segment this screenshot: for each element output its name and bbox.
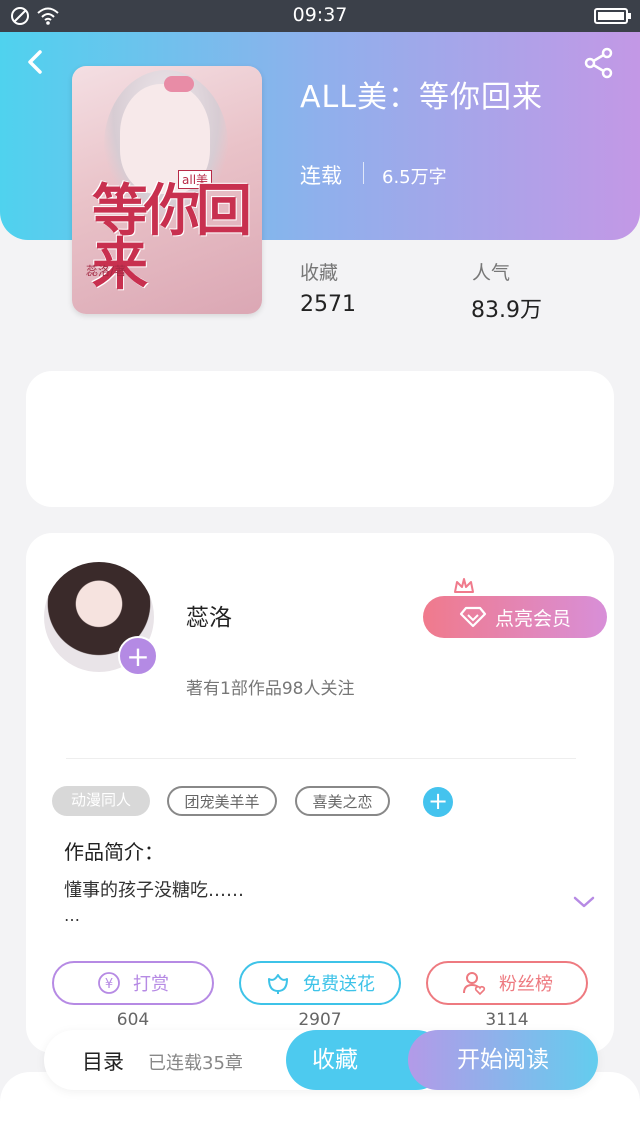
toc-button[interactable]: 目录 [82,1046,124,1076]
fan-ranking-label: 粉丝榜 [499,974,553,995]
reward-label: 打赏 [133,974,169,995]
favorites-label: 收藏 [300,262,339,284]
cover-author: 蕊洛/著 [86,264,127,278]
diamond-icon [459,606,487,628]
empty-card [26,371,614,507]
reward-count: 604 [116,1010,150,1030]
book-cover[interactable]: all美 等你回来 蕊洛/著 [72,66,262,314]
tag-item[interactable]: 团宠美羊羊 [167,786,277,816]
popularity-label: 人气 [472,262,511,284]
favorites-value: 2571 [300,292,356,317]
status-time: 09:37 [292,4,348,26]
chapter-count[interactable]: 已连载35章 [148,1049,243,1075]
svg-text:¥: ¥ [105,977,113,992]
book-status: 连载 [300,164,342,188]
status-bar: 09:37 [0,0,640,32]
flower-icon [268,974,288,994]
author-info: 著有1部作品98人关注 [186,679,355,699]
flower-count: 2907 [298,1010,342,1030]
user-heart-icon [463,972,486,996]
start-reading-button[interactable]: 开始阅读 [408,1030,598,1090]
divider [363,162,364,184]
vip-button-label: 点亮会员 [494,607,571,630]
popularity-value: 83.9万 [471,298,542,323]
vip-button[interactable]: 点亮会员 [423,596,607,638]
tag-item[interactable]: 动漫同人 [52,786,150,816]
chevron-down-icon[interactable] [572,894,596,910]
author-name[interactable]: 蕊洛 [186,598,232,632]
send-flower-label: 免费送花 [303,974,375,995]
fan-ranking-button[interactable]: 粉丝榜 [426,961,588,1005]
battery-icon [594,8,631,24]
intro-title: 作品简介： [64,840,164,864]
book-title: ALL美：等你回来 [300,80,543,115]
follow-author-button[interactable]: + [118,636,158,676]
send-flower-button[interactable]: 免费送花 [239,961,401,1005]
fan-count: 3114 [485,1010,529,1030]
tag-item[interactable]: 喜美之恋 [295,786,390,816]
intro-ellipsis: … [64,906,80,925]
yen-coin-icon: ¥ [98,972,120,994]
intro-text: 懂事的孩子没糖吃…… [64,880,244,901]
share-icon[interactable] [582,46,616,80]
reward-button[interactable]: ¥ 打赏 [52,961,214,1005]
section-divider [66,758,576,759]
crown-icon [454,578,474,593]
word-count: 6.5万字 [382,167,447,188]
back-icon[interactable] [22,46,52,78]
add-tag-button[interactable]: + [423,787,453,817]
